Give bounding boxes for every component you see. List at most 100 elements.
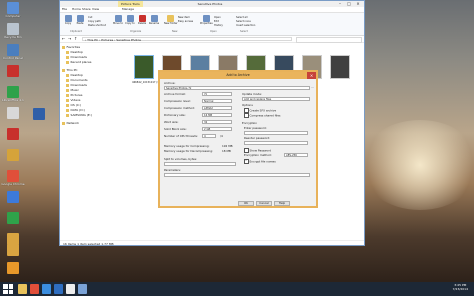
desktop-icon[interactable]: LibreOffice 4.1: [0, 86, 26, 103]
paste-button[interactable]: Paste: [74, 15, 86, 25]
paste-shortcut-button[interactable]: Paste shortcut: [88, 24, 106, 27]
nav-item[interactable]: Network: [62, 121, 79, 125]
copy-button[interactable]: Copy: [62, 15, 74, 25]
invert-selection-button[interactable]: Invert selection: [236, 24, 255, 27]
folder-icon: [66, 98, 69, 102]
threads-select[interactable]: 4: [202, 134, 216, 138]
nav-item[interactable]: SAMSUNG (E:): [66, 113, 92, 117]
properties-button[interactable]: Properties: [200, 15, 213, 25]
nav-item[interactable]: Recent places: [66, 60, 91, 64]
nav-item[interactable]: Downloads: [66, 83, 87, 87]
method-select[interactable]: LZMA2: [202, 106, 232, 110]
desktop-icon[interactable]: [0, 262, 26, 275]
tab-file[interactable]: File: [62, 7, 67, 12]
desktop-icon[interactable]: [0, 128, 26, 141]
compress-shared-checkbox[interactable]: Compress shared files: [244, 113, 280, 118]
app6-taskbar-icon[interactable]: [78, 284, 87, 294]
parameters-field[interactable]: [164, 173, 310, 177]
folder-icon: [66, 88, 69, 92]
edit-button[interactable]: Edit: [214, 20, 219, 23]
move-to-button[interactable]: Move to: [112, 15, 124, 25]
file-explorer-taskbar-icon[interactable]: [18, 284, 27, 294]
nav-item[interactable]: Pictures: [66, 93, 82, 97]
delete-button[interactable]: Delete: [136, 15, 148, 25]
ribbon: Copy Paste Cut Copy path Paste shortcut …: [60, 13, 364, 36]
desktop-icon[interactable]: [0, 212, 26, 225]
encrypt-names-checkbox[interactable]: ✓ Encrypt file names: [244, 159, 276, 164]
nav-item[interactable]: Desktop: [66, 50, 83, 54]
select-all-button[interactable]: Select all: [236, 16, 247, 19]
forward-icon[interactable]: →: [68, 36, 71, 42]
nav-item[interactable]: Documents: [66, 78, 88, 82]
help-button[interactable]: Help: [274, 201, 290, 206]
browse-button[interactable]: …: [311, 86, 314, 89]
desktop-icon[interactable]: Google Chrome: [0, 170, 26, 187]
up-icon[interactable]: ↑: [74, 36, 77, 42]
history-button[interactable]: History: [214, 24, 223, 27]
update-mode-select[interactable]: Add and replace files: [242, 97, 310, 101]
copy-to-button[interactable]: Copy to: [124, 15, 136, 25]
nav-item[interactable]: OS (C:): [66, 103, 81, 107]
taskbar: 3:45 PM 7/23/2014: [0, 282, 474, 296]
split-select[interactable]: [164, 162, 236, 166]
open-button[interactable]: Open: [214, 16, 221, 19]
clock[interactable]: 3:45 PM 7/23/2014: [453, 283, 468, 291]
rename-button[interactable]: Rename: [148, 15, 160, 25]
desktop-icon[interactable]: Computer: [0, 2, 26, 19]
copy-to-icon: [126, 15, 134, 22]
archive-name-field[interactable]: Sensitive Photos.7z: [164, 86, 310, 90]
desktop-icon[interactable]: [26, 108, 52, 121]
copy-path-button[interactable]: Copy path: [88, 20, 101, 23]
back-icon[interactable]: ←: [62, 36, 65, 42]
nav-item[interactable]: DATA (D:): [66, 108, 85, 112]
nav-item[interactable]: Music: [66, 88, 79, 92]
word-size-select[interactable]: 32: [202, 120, 232, 124]
nav-item[interactable]: This PC: [62, 68, 78, 72]
desktop-icon[interactable]: [0, 244, 26, 257]
desktop-icon-label: Computer: [5, 15, 21, 18]
nav-item[interactable]: Downloads: [66, 55, 87, 59]
group-open: Open: [210, 30, 217, 33]
cut-button[interactable]: Cut: [88, 16, 92, 19]
new-item-button[interactable]: New item: [178, 16, 190, 19]
method-label: Compression method:: [164, 106, 195, 110]
password-field[interactable]: [244, 131, 308, 135]
easy-access-button[interactable]: Easy access: [178, 20, 193, 23]
clock-date: 7/23/2014: [452, 287, 468, 291]
add-to-archive-dialog[interactable]: Add to Archive × Archive: Sensitive Phot…: [158, 70, 318, 208]
outlook-taskbar-icon[interactable]: [54, 284, 63, 294]
desktop-icon[interactable]: [0, 149, 26, 162]
address-bar[interactable]: › This PC › Pictures › Sensitive Photos: [82, 37, 292, 42]
format-select[interactable]: 7z: [202, 92, 232, 96]
cancel-button[interactable]: Cancel: [256, 201, 272, 206]
dialog-close-icon[interactable]: ×: [307, 72, 316, 79]
new-folder-button[interactable]: New folder: [164, 15, 178, 25]
desktop-icon[interactable]: [0, 191, 26, 204]
7zip-taskbar-icon[interactable]: [66, 284, 75, 294]
encryption-method-select[interactable]: AES-256: [284, 153, 308, 157]
desktop-icon[interactable]: [0, 107, 26, 120]
folder-icon: [66, 50, 69, 54]
photo-thumbnail[interactable]: [134, 55, 154, 79]
start-button[interactable]: [3, 284, 13, 294]
nav-item[interactable]: Videos: [66, 98, 80, 102]
photo-thumbnail[interactable]: [330, 55, 350, 79]
chrome-taskbar-icon[interactable]: [30, 284, 39, 294]
tab-share[interactable]: Share: [82, 7, 91, 12]
desktop-icon[interactable]: Control Panel: [0, 44, 26, 61]
ok-button[interactable]: OK: [238, 201, 254, 206]
dictionary-select[interactable]: 16 MB: [202, 113, 232, 117]
level-select[interactable]: Normal: [202, 99, 232, 103]
desktop-icon-label: LibreOffice 4.1: [2, 99, 24, 102]
tab-view[interactable]: View: [92, 7, 99, 12]
nav-item[interactable]: Favorites: [62, 45, 80, 49]
tab-manage[interactable]: Manage: [122, 7, 134, 12]
select-none-button[interactable]: Select none: [236, 20, 251, 23]
reenter-password-field[interactable]: [244, 141, 308, 145]
desktop-icon[interactable]: Recycle Bin: [0, 23, 26, 40]
ie-taskbar-icon[interactable]: [42, 284, 51, 294]
tab-home[interactable]: Home: [72, 7, 81, 12]
solid-block-select[interactable]: 2 GB: [202, 127, 232, 131]
desktop-icon[interactable]: [0, 65, 26, 78]
nav-item[interactable]: Desktop: [66, 73, 83, 77]
